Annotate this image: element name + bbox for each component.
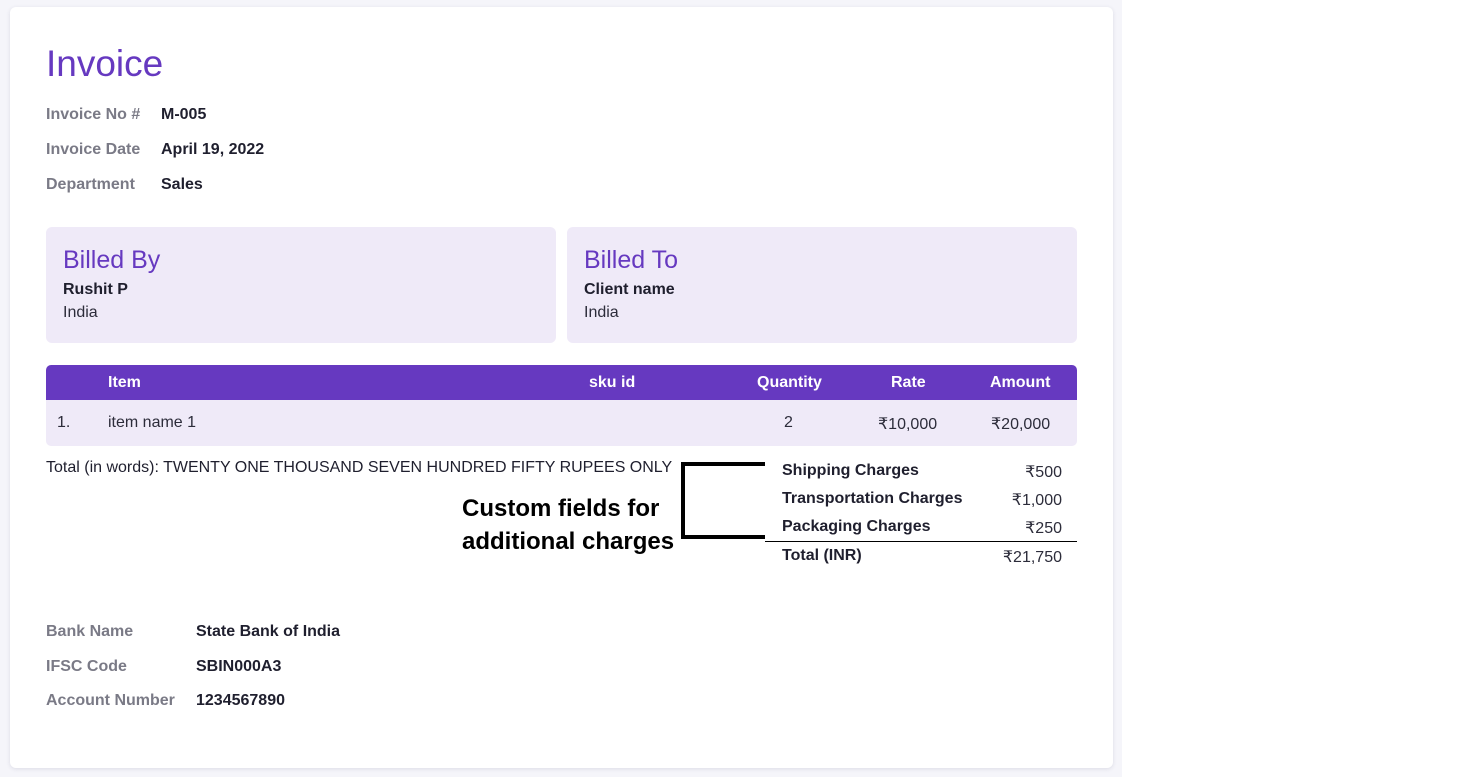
annotation-bracket — [681, 462, 685, 539]
bank-value: 1234567890 — [196, 692, 285, 709]
bank-label: Account Number — [46, 692, 175, 709]
row-rate: ₹10,000 — [878, 416, 938, 433]
charge-value: ₹1,000 — [1011, 492, 1062, 509]
table-row: 1. item name 1 2 ₹10,000 ₹20,000 — [46, 400, 1077, 446]
bank-value: SBIN000A3 — [196, 658, 282, 675]
row-index: 1. — [57, 414, 71, 431]
bank-label: Bank Name — [46, 623, 134, 640]
charge-value: ₹500 — [1025, 464, 1062, 481]
row-quantity: 2 — [784, 414, 793, 431]
items-table-header: Item sku id Quantity Rate Amount — [46, 365, 1077, 400]
billed-to-name: Client name — [584, 281, 675, 298]
billed-by-name: Rushit P — [63, 281, 128, 298]
header-quantity: Quantity — [757, 374, 822, 391]
billed-to-heading: Billed To — [584, 246, 679, 274]
charge-value: ₹250 — [1025, 520, 1062, 537]
billed-by-panel: Billed By Rushit P India — [46, 227, 556, 343]
annotation-line-2: additional charges — [462, 528, 675, 555]
billed-to-panel: Billed To Client name India — [567, 227, 1077, 343]
header-sku: sku id — [589, 374, 636, 391]
meta-label: Invoice Date — [46, 141, 141, 158]
blank-area — [1122, 0, 1478, 777]
header-amount: Amount — [990, 374, 1051, 391]
meta-value: Sales — [161, 176, 203, 193]
annotation-line-1: Custom fields for — [462, 495, 660, 522]
invoice-title: Invoice — [46, 43, 164, 84]
total-in-words: Total (in words): TWENTY ONE THOUSAND SE… — [46, 459, 673, 476]
header-rate: Rate — [891, 374, 926, 391]
row-amount: ₹20,000 — [991, 416, 1051, 433]
charge-label: Transportation Charges — [782, 490, 963, 507]
invoice-card: Invoice Invoice No # M-005 Invoice Date … — [10, 7, 1113, 768]
billed-to-country: India — [584, 304, 619, 321]
meta-label: Department — [46, 176, 135, 193]
header-item: Item — [108, 374, 141, 391]
billed-by-country: India — [63, 304, 98, 321]
total-value: ₹21,750 — [1002, 549, 1062, 566]
total-divider — [765, 541, 1077, 542]
meta-value: April 19, 2022 — [161, 141, 265, 158]
total-label: Total (INR) — [782, 547, 862, 564]
billed-by-heading: Billed By — [63, 246, 161, 274]
meta-label: Invoice No # — [46, 106, 141, 123]
charge-label: Packaging Charges — [782, 518, 931, 535]
annotation-bracket-bottom — [681, 535, 765, 539]
annotation-note: Custom fields for additional charges — [462, 492, 674, 558]
row-item: item name 1 — [108, 414, 197, 431]
bank-label: IFSC Code — [46, 658, 127, 675]
meta-value: M-005 — [161, 106, 207, 123]
bank-value: State Bank of India — [196, 623, 341, 640]
annotation-bracket-top — [681, 462, 765, 466]
charge-label: Shipping Charges — [782, 462, 919, 479]
